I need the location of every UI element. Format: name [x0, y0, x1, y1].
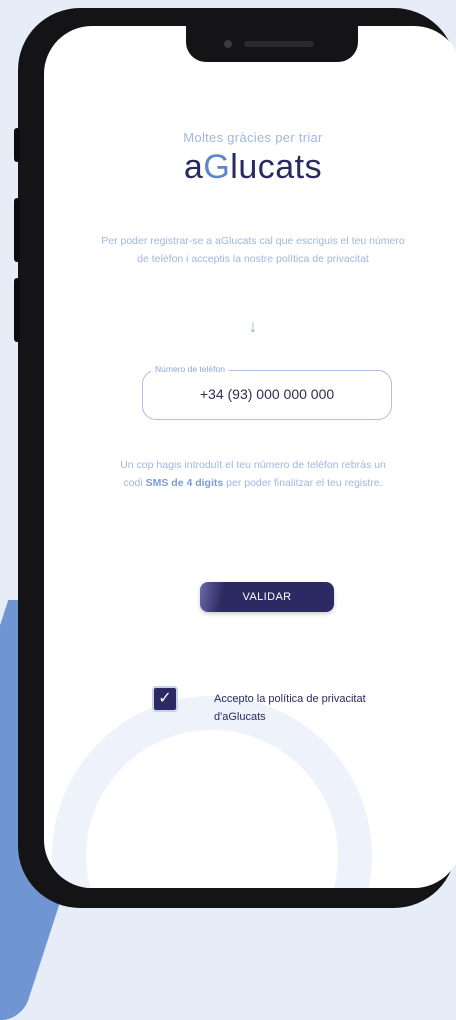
volume-down-button [14, 278, 20, 342]
privacy-accept-label[interactable]: Accepto la política de privacitat d'aGlu… [214, 690, 394, 726]
phone-screen: Moltes gràcies per triar aGlucats Per po… [44, 26, 456, 888]
privacy-checkbox[interactable]: ✓ [152, 686, 178, 712]
phone-number-field[interactable]: Número de telèfon +34 (93) 000 000 000 [142, 364, 392, 420]
camera-icon [224, 40, 232, 48]
arrow-down-icon: ↓ [248, 316, 258, 336]
logo-suffix: lucats [230, 148, 323, 186]
phone-notch [186, 26, 358, 62]
logo-g-mark: G [203, 148, 231, 186]
intro-text: Per poder registrar-se a aGlucats cal qu… [101, 235, 405, 265]
phone-frame: Moltes gràcies per triar aGlucats Per po… [14, 8, 456, 908]
mute-switch [14, 128, 20, 162]
sms-info-text: Un cop hagis introduït el teu número de … [114, 456, 392, 492]
checkmark-icon: ✓ [158, 690, 172, 707]
validate-button[interactable]: VALIDAR [200, 582, 334, 612]
thanks-text: Moltes gràcies per triar [183, 130, 323, 145]
app-logo: aGlucats [44, 148, 456, 187]
phone-number-label: Número de telèfon [151, 364, 229, 374]
phone-number-input[interactable]: +34 (93) 000 000 000 [143, 386, 391, 402]
sms-info-part2: per poder finalitzar el teu registre. [223, 477, 383, 489]
volume-up-button [14, 198, 20, 262]
sms-info-bold: SMS de 4 digits [145, 477, 224, 489]
logo-prefix: a [183, 148, 204, 186]
speaker-grille [244, 41, 314, 47]
